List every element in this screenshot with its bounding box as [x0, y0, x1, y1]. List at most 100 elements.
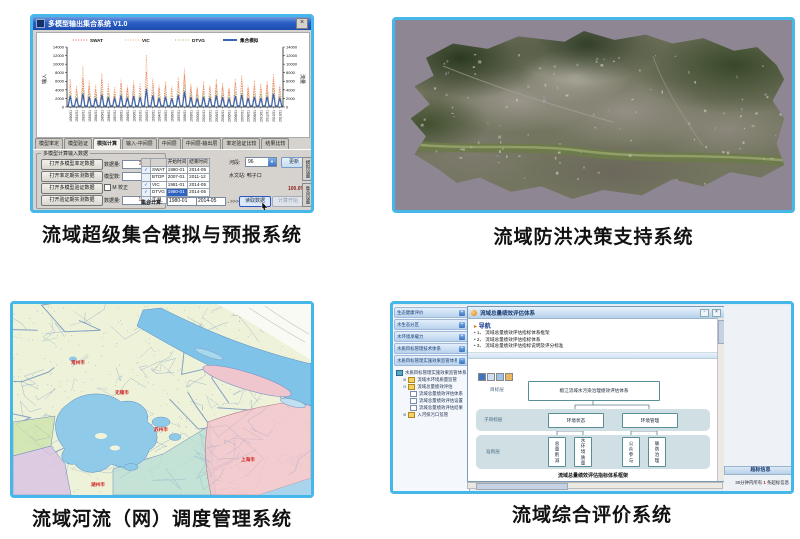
goal-box: 椒江流域水污染治理绩效评估体系: [528, 381, 660, 401]
panel-evaluation-system: 生态健康评价+水生态分区+水环境承载力+水质目标管理技术体系+水质目标管理实施效…: [390, 301, 794, 494]
svg-text:12000: 12000: [286, 53, 298, 58]
sidebar-item-1[interactable]: 生态健康评价+: [394, 307, 468, 318]
svg-text:1983/01: 1983/01: [88, 110, 92, 122]
svg-text:2004/01: 2004/01: [221, 110, 225, 122]
svg-text:1997/01: 1997/01: [177, 110, 181, 122]
toggle-icon[interactable]: ⊞: [403, 376, 406, 383]
ensemble-calc-label: 集合计算:: [141, 199, 163, 206]
side-tab-2[interactable]: 集合设置: [302, 183, 312, 207]
tab-2[interactable]: 模型验证: [64, 138, 92, 149]
row-checkbox[interactable]: ✓: [142, 181, 151, 189]
diagram-caption: 流域总量绩效评估指标体系框架: [476, 472, 710, 479]
tree-item[interactable]: ⊞流域水环境质量监管: [394, 376, 468, 383]
svg-text:集合模拟: 集合模拟: [239, 37, 259, 44]
tab-7[interactable]: 率定验证比较: [222, 138, 260, 149]
content-titlebar: 流域总量绩效评估体系 ▫ ×: [468, 307, 724, 319]
expand-icon[interactable]: +: [459, 334, 465, 340]
svg-text:2006/01: 2006/01: [234, 110, 238, 122]
criteria-box-3: 公众参与: [622, 437, 640, 467]
tab-6[interactable]: 中间层-输出层: [182, 138, 222, 149]
tree-item[interactable]: 流域总量绩效评估结果: [394, 404, 468, 411]
row-checkbox[interactable]: ✓: [142, 166, 151, 174]
side-tab-1[interactable]: 模拟设置: [302, 157, 312, 181]
tab-4[interactable]: 输入-中间层: [122, 138, 157, 149]
open-data-button-4[interactable]: 打开验证期实测数据: [41, 195, 103, 206]
city-label: 苏州市: [154, 426, 168, 433]
function-tree: 水质目标管理实施效果监管体系⊞流域水环境质量监管⊟流域总量绩效评估流域总量绩效评…: [394, 369, 468, 418]
criteria-box-1: 总量削减: [548, 437, 566, 467]
folder-icon: [408, 384, 415, 390]
tree-item[interactable]: 流域总量绩效评估体系: [394, 390, 468, 397]
svg-text:1986/01: 1986/01: [107, 110, 111, 122]
sidebar-item-2[interactable]: 水生态分区+: [394, 319, 468, 330]
tree-item[interactable]: ⊟流域总量绩效评估: [394, 383, 468, 390]
terrain-3d-view[interactable]: [403, 26, 788, 205]
svg-text:2000: 2000: [286, 96, 296, 101]
svg-text:1984/01: 1984/01: [94, 110, 98, 122]
svg-text:2011/01: 2011/01: [266, 110, 270, 122]
horizontal-scrollbar[interactable]: [467, 482, 723, 489]
tab-8[interactable]: 结果比较: [261, 138, 289, 149]
start-calc-button[interactable]: 计算开始: [272, 196, 304, 207]
nav-header: ▸ 导航: [474, 321, 718, 330]
chevron-down-icon[interactable]: ▼: [268, 158, 276, 166]
scroll-thumb[interactable]: [476, 483, 568, 490]
accordion-list: 生态健康评价+水生态分区+水环境承载力+水质目标管理技术体系+水质目标管理实施效…: [393, 307, 469, 366]
table-row[interactable]: ✓SWAT1980-012014-05: [142, 166, 210, 174]
svg-text:0: 0: [286, 104, 289, 109]
tree-item[interactable]: ⊞入河排污口监管: [394, 411, 468, 418]
svg-text:1998/01: 1998/01: [183, 110, 187, 122]
nav-item-3[interactable]: • 3、 流域总量绩效评估指标说明及评分标准: [474, 343, 718, 350]
end-date-input[interactable]: 2014-05: [196, 197, 226, 206]
folder-icon: [408, 377, 415, 383]
sidebar-item-5[interactable]: 水质目标管理实施效果监管体系−: [394, 355, 468, 366]
expand-icon[interactable]: +: [459, 346, 465, 352]
nav-items: • 1、 流域总量绩效评估指标体系框架• 2、 流域总量绩效评估指标体系• 3、…: [474, 330, 718, 350]
reach-combobox[interactable]: 96 ▼: [245, 157, 277, 167]
svg-text:SWAT: SWAT: [90, 38, 103, 43]
table-row[interactable]: ✓VIC1981-012014-05: [142, 181, 210, 189]
nav-block: ▸ 导航 • 1、 流域总量绩效评估指标体系框架• 2、 流域总量绩效评估指标体…: [468, 319, 724, 352]
tree-item[interactable]: 流域总量绩效评估设置: [394, 397, 468, 404]
svg-text:1992/01: 1992/01: [145, 110, 149, 122]
criteria-box-2: 水环境质量: [574, 437, 592, 467]
ensemble-chart: 0020002000400040006000600080008000100001…: [36, 32, 310, 138]
tree-item[interactable]: 水质目标管理实施效果监管体系: [394, 369, 468, 376]
window-title: 多模型输出集合系统 V1.0: [48, 19, 293, 29]
svg-text:1988/01: 1988/01: [120, 110, 124, 122]
expand-icon[interactable]: −: [459, 358, 465, 364]
expand-icon[interactable]: +: [459, 322, 465, 328]
sidebar-item-3[interactable]: 水环境承载力+: [394, 331, 468, 342]
document-icon: [410, 391, 417, 397]
table-row[interactable]: ✓DTVG1980-012014-05: [142, 189, 210, 197]
svg-text:2009/01: 2009/01: [253, 110, 257, 122]
close-icon[interactable]: ×: [296, 18, 308, 29]
overflow-status: 30分钟内所有 1 条超标信息: [735, 480, 789, 486]
sidebar-item-4[interactable]: 水质目标管理技术体系+: [394, 343, 468, 354]
start-date-input[interactable]: 1980-01: [167, 197, 197, 206]
open-data-button-2[interactable]: 打开率定期实测数据: [41, 171, 103, 182]
row-checkbox[interactable]: [142, 174, 151, 182]
toggle-icon[interactable]: ⊞: [403, 411, 406, 418]
table-row[interactable]: BTOP2007-012011-12: [142, 174, 210, 182]
svg-text:2007/01: 2007/01: [240, 110, 244, 122]
open-data-button-3[interactable]: 打开多模型验证数据: [41, 183, 103, 194]
svg-text:1987/01: 1987/01: [113, 110, 117, 122]
close-icon[interactable]: ×: [712, 309, 721, 317]
svg-text:1994/01: 1994/01: [158, 110, 162, 122]
toggle-icon[interactable]: ⊟: [403, 383, 406, 390]
tab-5[interactable]: 中间层: [158, 138, 181, 149]
checkbox-icon[interactable]: [104, 184, 111, 191]
vertical-scrollbar[interactable]: [717, 318, 724, 481]
river-network-map[interactable]: 常州市无锡市苏州市上海市湖州市: [13, 304, 311, 495]
row-checkbox[interactable]: ✓: [142, 189, 151, 197]
tab-1[interactable]: 模型率定: [35, 138, 63, 149]
tab-3[interactable]: 模拟计算: [93, 138, 121, 149]
svg-text:8000: 8000: [55, 70, 65, 75]
minimize-icon[interactable]: ▫: [700, 309, 709, 317]
expand-icon[interactable]: +: [459, 310, 465, 316]
tab-strip: 模型率定模型验证模拟计算输入-中间层中间层中间层-输出层率定验证比较结果比较: [35, 138, 311, 149]
svg-text:2012/01: 2012/01: [272, 110, 276, 122]
document-icon: [410, 398, 417, 404]
open-data-button-1[interactable]: 打开多模型率定数据: [41, 159, 103, 170]
